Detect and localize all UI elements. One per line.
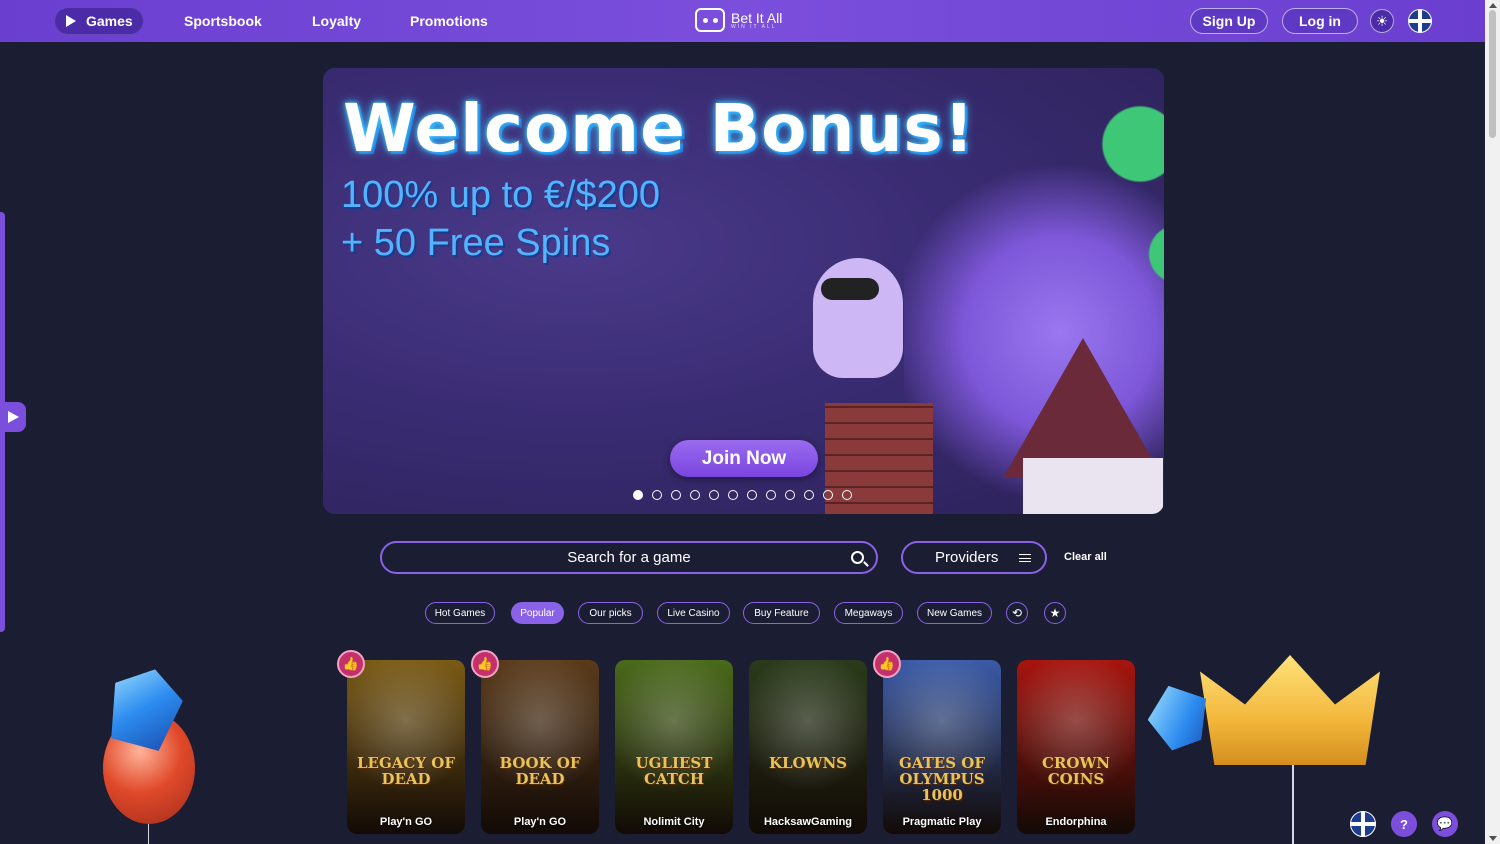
game-title-art: BOOK OF DEAD xyxy=(499,754,581,788)
carousel-dot[interactable] xyxy=(804,490,814,500)
carousel-dot[interactable] xyxy=(633,490,643,500)
thumbs-up-badge-icon: 👍 xyxy=(873,650,901,678)
crown-balloon-string xyxy=(1292,760,1294,844)
category-chip[interactable]: Popular xyxy=(511,602,564,624)
carousel-dot[interactable] xyxy=(766,490,776,500)
nav-games-label: Games xyxy=(86,13,133,29)
carousel-dot[interactable] xyxy=(690,490,700,500)
help-question-icon[interactable]: ? xyxy=(1391,811,1417,837)
thumbs-up-badge-icon: 👍 xyxy=(471,650,499,678)
game-card[interactable]: GATES OF OLYMPUS 1000 Pragmatic Play xyxy=(883,660,1001,834)
banner-offer-line-2: + 50 Free Spins xyxy=(341,222,611,264)
carousel-dots xyxy=(633,490,852,500)
carousel-dot[interactable] xyxy=(709,490,719,500)
carousel-dot[interactable] xyxy=(652,490,662,500)
carousel-dot[interactable] xyxy=(785,490,795,500)
nav-loyalty-link[interactable]: Loyalty xyxy=(312,13,361,29)
hero-banner[interactable]: Welcome Bonus! 100% up to €/$200 + 50 Fr… xyxy=(323,68,1164,514)
search-placeholder: Search for a game xyxy=(567,549,691,566)
vine-leaves-illustration xyxy=(1083,78,1164,298)
banner-offer-line-1: 100% up to €/$200 xyxy=(341,174,661,216)
carousel-dot[interactable] xyxy=(823,490,833,500)
category-chip[interactable]: Megaways xyxy=(834,602,903,624)
game-thumbnail xyxy=(749,660,867,834)
recent-history-icon[interactable]: ⟲ xyxy=(1006,602,1028,624)
scroll-up-arrow-icon[interactable] xyxy=(1489,3,1497,8)
balloon-string xyxy=(148,822,149,844)
game-thumbnail xyxy=(347,660,465,834)
expand-arrow-icon xyxy=(7,411,19,423)
scroll-down-arrow-icon[interactable] xyxy=(1489,836,1497,841)
game-title-art: CROWN COINS xyxy=(1041,754,1111,788)
carousel-dot[interactable] xyxy=(747,490,757,500)
join-now-button[interactable]: Join Now xyxy=(670,440,818,477)
carousel-dot[interactable] xyxy=(728,490,738,500)
game-card[interactable]: BOOK OF DEAD Play'n GO xyxy=(481,660,599,834)
providers-label: Providers xyxy=(935,549,999,566)
carousel-dot[interactable] xyxy=(842,490,852,500)
game-provider-label: Play'n GO xyxy=(513,816,567,828)
game-title-art: KLOWNS xyxy=(768,754,848,772)
game-thumbnail xyxy=(615,660,733,834)
category-chip[interactable]: Buy Feature xyxy=(743,602,820,624)
clear-all-link[interactable]: Clear all xyxy=(1064,551,1107,563)
scroll-thumb[interactable] xyxy=(1489,10,1496,138)
game-provider-label: HacksawGaming xyxy=(763,816,853,828)
language-uk-flag-icon-footer[interactable] xyxy=(1350,811,1376,837)
house-wall-illustration xyxy=(1023,458,1163,514)
nav-promotions-link[interactable]: Promotions xyxy=(410,13,488,29)
gold-crown-balloon-decoration xyxy=(1200,655,1380,765)
category-chip[interactable]: Our picks xyxy=(578,602,643,624)
game-card[interactable]: UGLIEST CATCH Nolimit City xyxy=(615,660,733,834)
robot-logo-icon xyxy=(695,8,725,32)
top-navigation-bar: Games Sportsbook Loyalty Promotions Bet … xyxy=(0,0,1485,42)
category-chip[interactable]: Live Casino xyxy=(657,602,730,624)
site-logo[interactable]: Bet It All WIN IT ALL xyxy=(695,8,782,32)
category-chip[interactable]: Hot Games xyxy=(425,602,495,624)
game-thumbnail xyxy=(481,660,599,834)
live-chat-icon[interactable]: 💬 xyxy=(1432,811,1458,837)
game-card[interactable]: CROWN COINS Endorphina xyxy=(1017,660,1135,834)
logo-tagline: WIN IT ALL xyxy=(731,23,777,30)
favorites-star-icon[interactable]: ★ xyxy=(1044,602,1066,624)
search-icon[interactable] xyxy=(851,551,864,564)
game-title-art: LEGACY OF DEAD xyxy=(356,754,455,788)
game-provider-label: Nolimit City xyxy=(643,816,705,828)
play-icon xyxy=(66,15,76,27)
game-provider-label: Pragmatic Play xyxy=(902,816,982,828)
game-card[interactable]: KLOWNS HacksawGaming xyxy=(749,660,867,834)
providers-filter-button[interactable]: Providers xyxy=(901,541,1047,574)
language-uk-flag-icon[interactable] xyxy=(1408,9,1432,33)
game-provider-label: Endorphina xyxy=(1045,816,1107,828)
game-title-art: GATES OF OLYMPUS 1000 xyxy=(899,754,985,804)
page-scrollbar[interactable] xyxy=(1485,0,1500,844)
game-card[interactable]: LEGACY OF DEAD Play'n GO xyxy=(347,660,465,834)
banner-title: Welcome Bonus! xyxy=(343,90,975,167)
thumbs-up-badge-icon: 👍 xyxy=(337,650,365,678)
game-thumbnail xyxy=(883,660,1001,834)
game-search-input[interactable]: Search for a game xyxy=(380,541,878,574)
log-in-button[interactable]: Log in xyxy=(1282,8,1358,34)
carousel-dot[interactable] xyxy=(671,490,681,500)
theme-toggle-sun-icon[interactable]: ☀ xyxy=(1370,9,1394,33)
masked-mascot-illustration xyxy=(803,238,913,408)
house-roof-illustration xyxy=(1003,338,1163,478)
game-title-art: UGLIEST CATCH xyxy=(635,754,713,788)
nav-games-button[interactable]: Games xyxy=(54,7,144,35)
logo-name: Bet It All xyxy=(731,9,783,26)
nav-sportsbook-link[interactable]: Sportsbook xyxy=(184,13,262,29)
game-provider-label: Play'n GO xyxy=(379,816,433,828)
sidebar-toggle-button[interactable] xyxy=(0,402,26,432)
game-thumbnail xyxy=(1017,660,1135,834)
sign-up-button[interactable]: Sign Up xyxy=(1190,8,1268,34)
filter-list-icon xyxy=(1019,554,1031,562)
category-chip[interactable]: New Games xyxy=(917,602,992,624)
